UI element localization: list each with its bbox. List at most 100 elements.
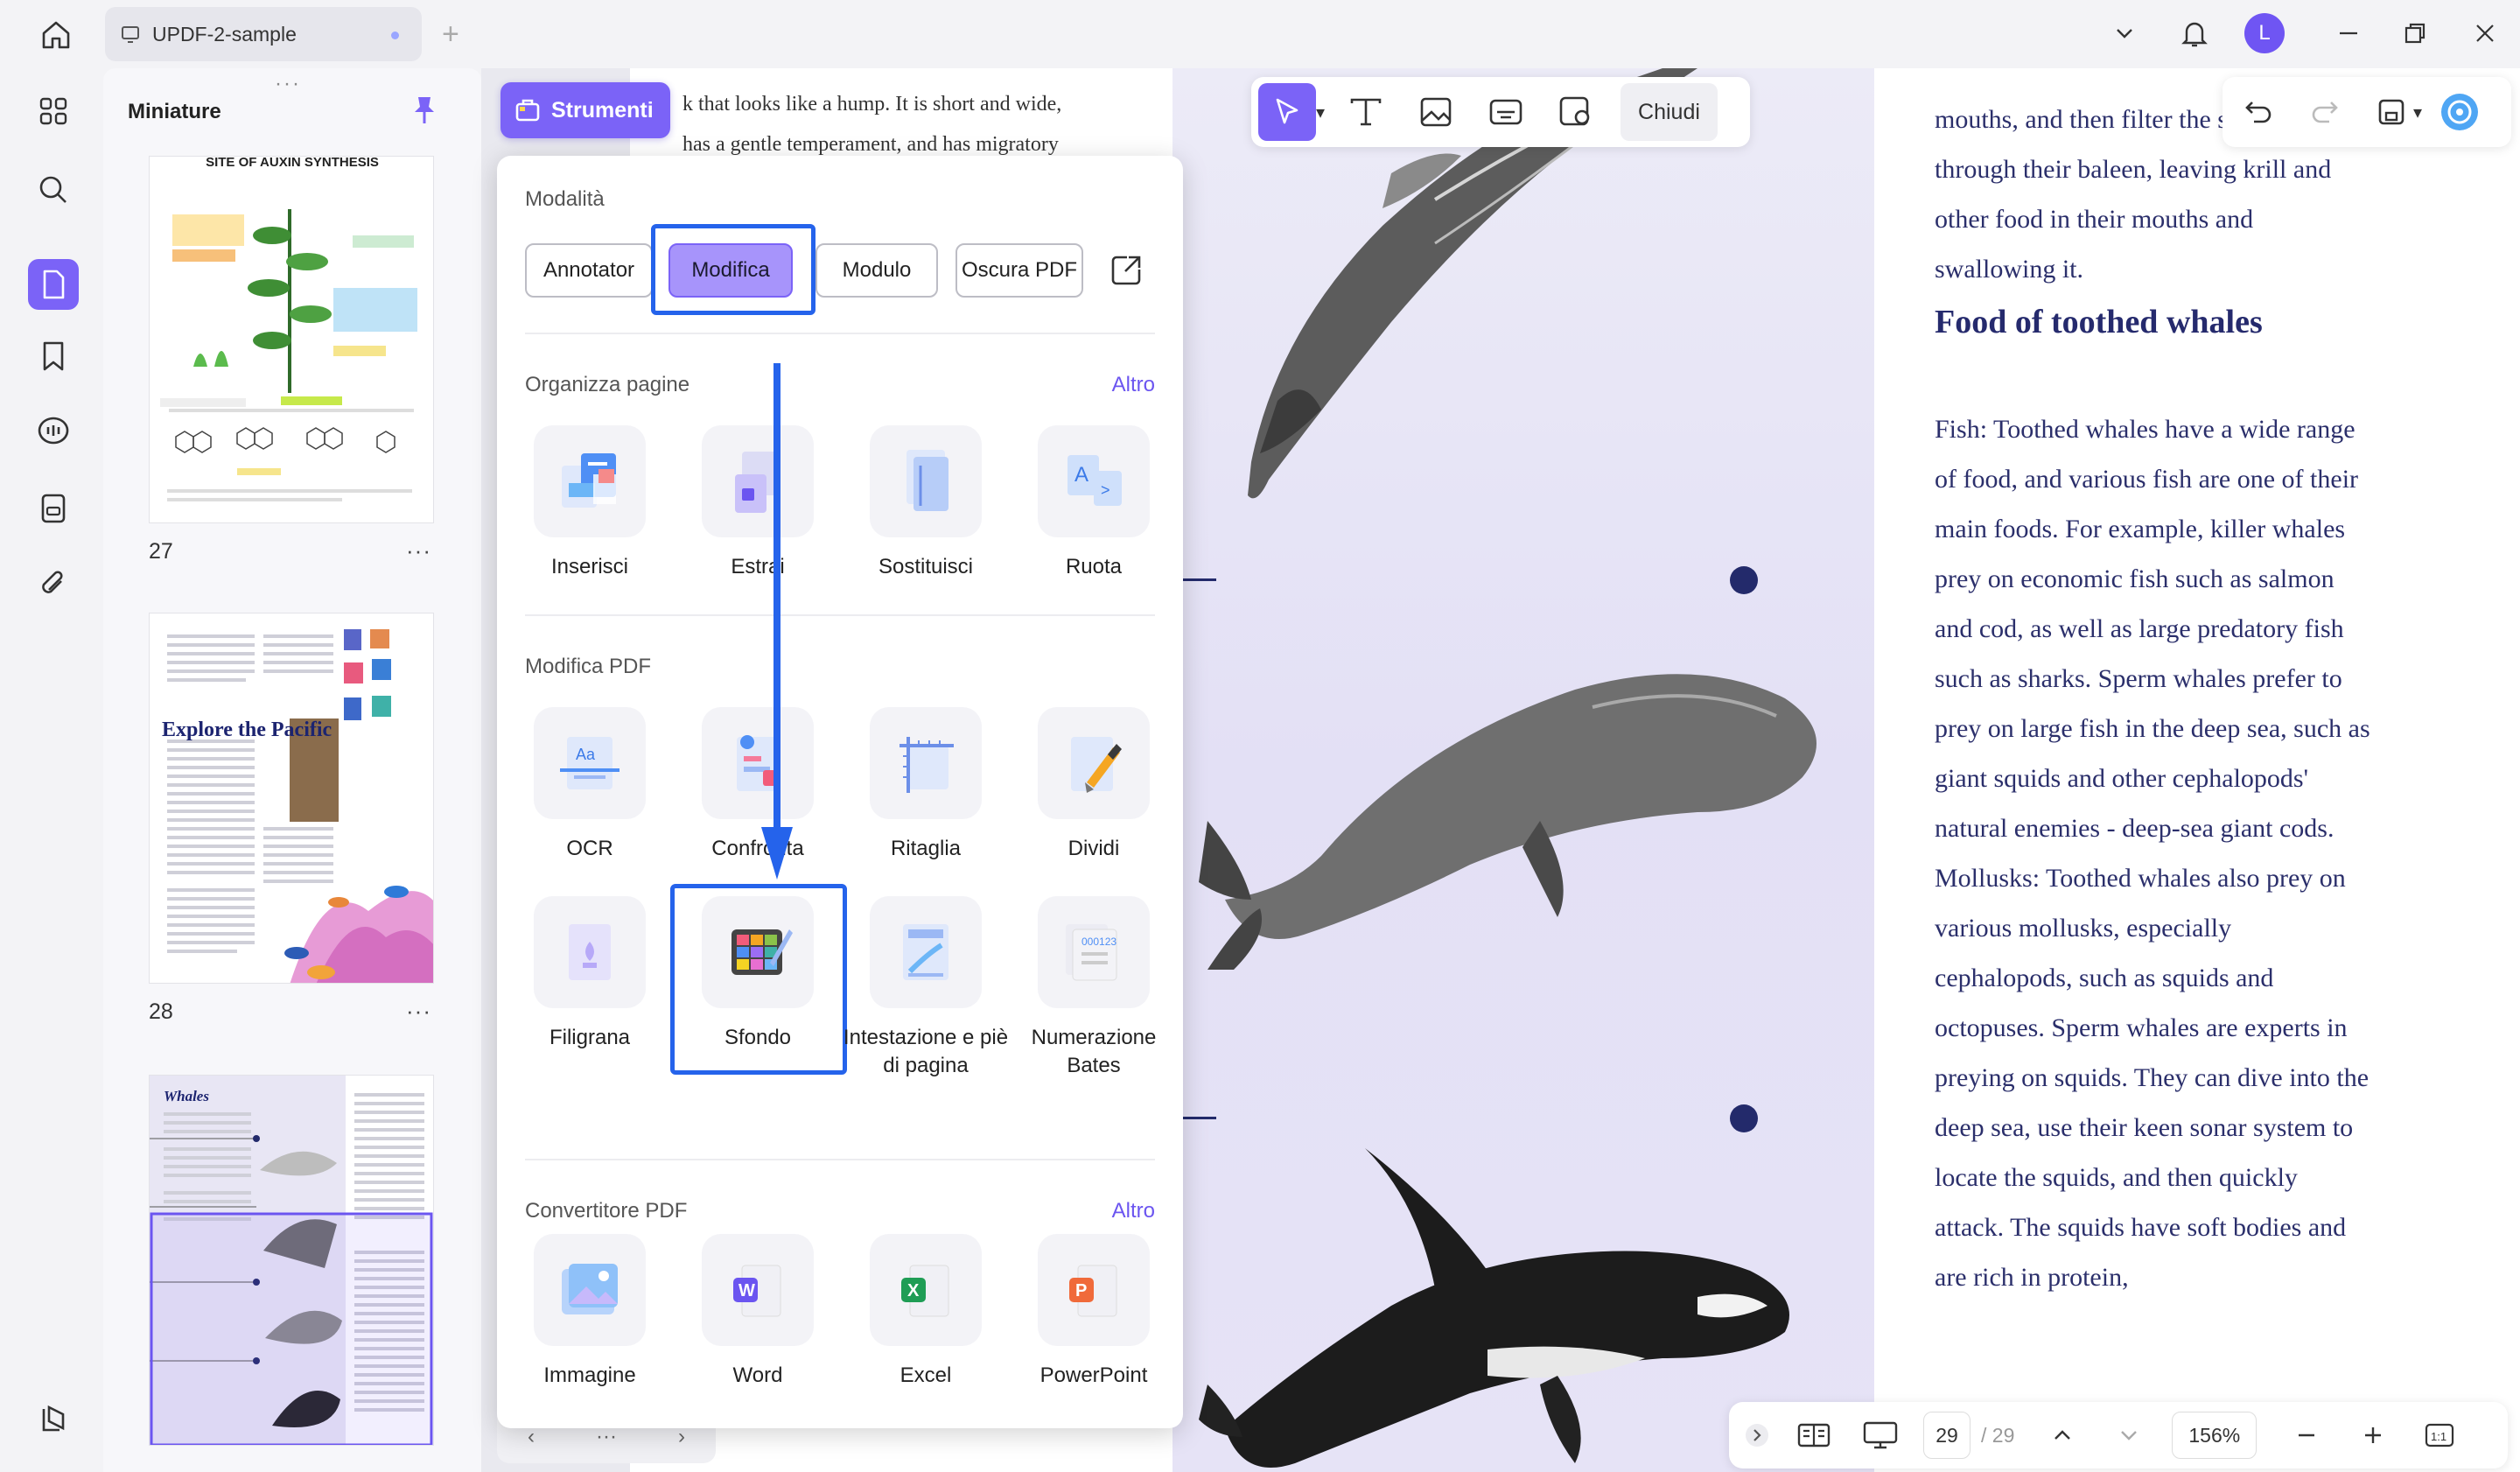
tool-insert[interactable]: Inserisci xyxy=(506,425,674,581)
rail-thumbnails-button[interactable] xyxy=(28,259,79,310)
next-page-button[interactable] xyxy=(2105,1412,2152,1459)
tool-convert-powerpoint[interactable]: P PowerPoint xyxy=(1010,1234,1178,1390)
converter-more-link[interactable]: Altro xyxy=(1112,1199,1155,1223)
tool-ocr[interactable]: Aa OCR xyxy=(506,707,674,863)
thumbnail-page-28[interactable]: Explore the Pacific xyxy=(149,613,434,984)
tool-rotate[interactable]: A > Ruota xyxy=(1010,425,1178,581)
document-tab[interactable]: UPDF-2-sample xyxy=(105,7,422,61)
sperm-whale-image xyxy=(1199,674,1816,970)
cursor-icon xyxy=(1276,98,1298,124)
tool-watermark[interactable]: Filigrana xyxy=(506,896,674,1052)
add-link-button[interactable] xyxy=(1477,83,1535,141)
tool-extract[interactable]: Estrai xyxy=(674,425,842,581)
replace-pages-icon xyxy=(906,450,948,511)
tool-header-footer[interactable]: Intestazione e piè di pagina xyxy=(842,896,1010,1080)
chevron-left-icon[interactable]: ‹ xyxy=(528,1425,535,1449)
add-tab-icon[interactable]: + xyxy=(442,19,459,49)
tool-label: Immagine xyxy=(543,1363,636,1387)
divider xyxy=(525,1159,1155,1160)
rail-comments-button[interactable] xyxy=(28,406,79,457)
tabs-dropdown-button[interactable] xyxy=(2104,12,2146,54)
annotation-arrow xyxy=(761,363,793,880)
redo-button[interactable] xyxy=(2300,87,2350,137)
tool-compare[interactable]: Confronta xyxy=(674,707,842,863)
rail-apps-button[interactable] xyxy=(28,86,79,137)
tab-title: UPDF-2-sample xyxy=(152,22,297,46)
mode-form-button[interactable]: Modulo xyxy=(816,243,938,298)
reading-mode-button[interactable] xyxy=(1790,1412,1838,1459)
close-edit-button[interactable]: Chiudi xyxy=(1620,83,1718,141)
tool-split[interactable]: Dividi xyxy=(1010,707,1178,863)
svg-text:1:1: 1:1 xyxy=(2431,1430,2446,1443)
thumbnail-more-button[interactable]: ··· xyxy=(406,537,431,564)
zoom-out-button[interactable] xyxy=(2283,1412,2330,1459)
close-window-button[interactable] xyxy=(2464,12,2506,54)
tool-label: Filigrana xyxy=(549,1026,631,1049)
bates-numbering-icon: 000123 xyxy=(1066,924,1117,981)
rail-attachments-button[interactable] xyxy=(28,558,79,609)
thumbnail-number: 28 xyxy=(149,999,173,1024)
svg-text:Aa: Aa xyxy=(576,746,596,763)
close-icon xyxy=(2476,25,2494,42)
pin-icon[interactable] xyxy=(411,95,438,130)
ai-assistant-button[interactable] xyxy=(2434,87,2485,137)
tool-bates-numbering[interactable]: 000123 Numerazione Bates xyxy=(1010,896,1178,1080)
tool-label: Inserisci xyxy=(550,555,629,578)
drag-handle[interactable]: ··· xyxy=(275,72,301,96)
thumbnail-page-29[interactable]: Whales xyxy=(149,1075,434,1446)
background-tool-highlight xyxy=(670,884,847,1075)
tool-convert-word[interactable]: W Word xyxy=(674,1234,842,1390)
home-button[interactable] xyxy=(35,16,77,54)
tool-convert-image[interactable]: Immagine xyxy=(506,1234,674,1390)
tool-label: Word xyxy=(732,1363,783,1387)
tool-replace[interactable]: Sostituisci xyxy=(842,425,1010,581)
chevron-right-icon[interactable]: › xyxy=(678,1425,685,1449)
layers-icon xyxy=(42,1405,65,1432)
mode-redact-button[interactable]: Oscura PDF xyxy=(956,243,1083,298)
tool-label: Sostituisci xyxy=(878,555,974,578)
more-dots-icon[interactable]: ··· xyxy=(596,1425,617,1449)
user-avatar-button[interactable]: L xyxy=(2244,12,2286,54)
tool-convert-excel[interactable]: X Excel xyxy=(842,1234,1010,1390)
zoom-in-button[interactable] xyxy=(2349,1412,2397,1459)
save-dropdown-icon[interactable]: ▾ xyxy=(2413,102,2422,123)
notifications-button[interactable] xyxy=(2174,12,2216,54)
restore-icon xyxy=(2404,23,2426,44)
thumbnail-page-27[interactable]: SITE OF AUXIN SYNTHESIS xyxy=(149,156,434,523)
rail-search-button[interactable] xyxy=(28,165,79,215)
plus-icon xyxy=(2365,1427,2382,1443)
whales-page xyxy=(150,1076,433,1445)
presentation-button[interactable] xyxy=(1857,1412,1904,1459)
document-tab-icon xyxy=(122,26,139,43)
page-number-input[interactable]: 29 xyxy=(1923,1412,1970,1459)
thumbnails-panel: ··· Miniature SITE OF AUXIN SYNTHESIS 27… xyxy=(103,68,481,1472)
add-location-button[interactable] xyxy=(1547,83,1605,141)
tools-button[interactable]: Strumenti xyxy=(500,82,670,138)
add-image-button[interactable] xyxy=(1407,83,1465,141)
organize-more-link[interactable]: Altro xyxy=(1112,373,1155,397)
rail-display-button[interactable] xyxy=(28,1393,79,1444)
open-in-window-icon[interactable] xyxy=(1110,254,1143,291)
select-tool-dropdown-icon[interactable]: ▾ xyxy=(1316,102,1325,123)
rail-bookmarks-button[interactable] xyxy=(28,331,79,382)
page-total: / 29 xyxy=(1981,1423,2015,1447)
zoom-level[interactable]: 156% xyxy=(2172,1412,2258,1459)
tool-crop[interactable]: Ritaglia xyxy=(842,707,1010,863)
mode-annotator-button[interactable]: Annotator xyxy=(525,243,653,298)
save-button[interactable] xyxy=(2366,87,2417,137)
thumbnail-more-button[interactable]: ··· xyxy=(406,998,431,1025)
undo-button[interactable] xyxy=(2233,87,2284,137)
collapse-bar-button[interactable] xyxy=(1741,1412,1773,1459)
page-navigation-bar: 29 / 29 156% 1:1 xyxy=(1729,1402,2508,1468)
pacific-page xyxy=(167,629,433,983)
select-tool-button[interactable] xyxy=(1258,83,1316,141)
previous-page-button[interactable] xyxy=(2039,1412,2086,1459)
minimize-button[interactable] xyxy=(2328,12,2370,54)
restore-button[interactable] xyxy=(2394,12,2436,54)
add-text-button[interactable] xyxy=(1337,83,1395,141)
undo-icon xyxy=(2245,102,2272,123)
page-icon xyxy=(43,270,65,299)
actual-size-button[interactable]: 1:1 xyxy=(2416,1412,2463,1459)
image-icon xyxy=(562,1264,618,1314)
rail-forms-button[interactable] xyxy=(28,483,79,534)
